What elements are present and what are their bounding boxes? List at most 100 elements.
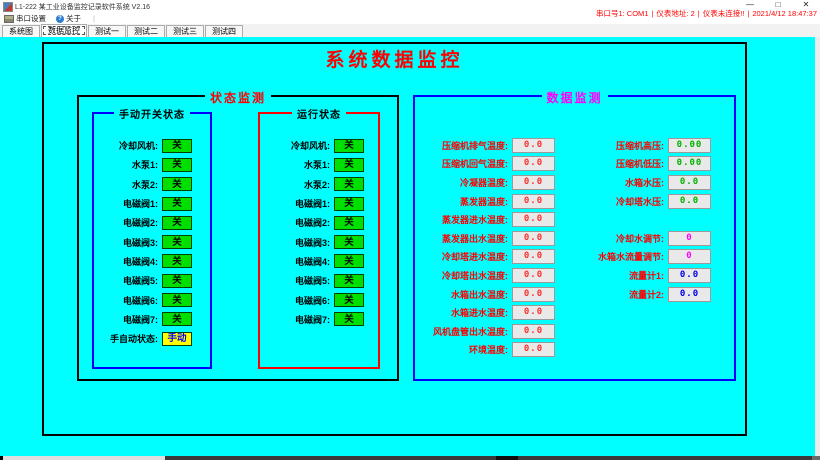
data-value-box: 0 — [668, 249, 711, 264]
data-label: 风机盘管出水温度: — [433, 325, 508, 338]
connection-state: 仪表未连接!! — [703, 9, 745, 18]
data-row: 压缩机排气温度: 0.0 — [415, 136, 555, 155]
switch-button[interactable]: 关 — [162, 235, 192, 249]
manual-panel-title: 手动开关状态 — [114, 106, 190, 121]
status-label: 电磁阀7: — [123, 313, 158, 326]
data-value-box: 0.0 — [512, 268, 555, 283]
switch-button[interactable]: 关 — [162, 177, 192, 191]
status-label: 电磁阀3: — [123, 236, 158, 249]
pressure-rows: 压缩机高压: 0.00 压缩机低压: 0.00 水箱水压: 0.0 — [564, 136, 711, 210]
tab[interactable]: 数据监控 — [41, 24, 87, 37]
data-row: 水箱进水温度: 0.0 — [415, 303, 555, 322]
data-row: 蒸发器出水温度: 0.0 — [415, 229, 555, 248]
data-value-box: 0.0 — [512, 287, 555, 302]
switch-button[interactable]: 关 — [162, 293, 192, 307]
data-label: 蒸发器进水温度: — [442, 213, 508, 226]
help-icon: ? — [56, 15, 64, 23]
data-row: 蒸发器进水温度: 0.0 — [415, 210, 555, 229]
switch-button[interactable]: 关 — [162, 216, 192, 230]
tab[interactable]: 测试四 — [205, 25, 243, 37]
manual-rows: 冷却风机: 关 水泵1: 关 水泵2: 关 电磁阀1: — [94, 114, 210, 348]
status-row: 电磁阀7: 关 — [94, 310, 210, 329]
status-row: 水泵1: 关 — [260, 155, 378, 174]
switch-button[interactable]: 关 — [162, 197, 192, 211]
status-row: 手自动状态: 手动 — [94, 329, 210, 348]
status-row: 电磁阀5: 关 — [260, 271, 378, 290]
status-row: 电磁阀1: 关 — [94, 194, 210, 213]
data-value-box: 0.0 — [512, 175, 555, 190]
data-row: 压缩机高压: 0.00 — [564, 136, 711, 155]
data-row: 冷却塔进水温度: 0.0 — [415, 248, 555, 267]
data-row: 环境温度: 0.0 — [415, 341, 555, 360]
status-row: 冷却风机: 关 — [94, 136, 210, 155]
switch-button[interactable]: 关 — [162, 158, 192, 172]
monitor-screen: 系统数据监控 状态监测 手动开关状态 冷却风机: 关 水泵1: 关 — [0, 37, 820, 456]
data-label: 冷却塔水压: — [616, 195, 664, 208]
run-indicator: 关 — [334, 216, 364, 230]
data-group-title: 数据监测 — [541, 89, 607, 106]
status-group-title: 状态监测 — [205, 89, 271, 106]
data-label: 压缩机排气温度: — [442, 139, 508, 152]
menu-serial-settings[interactable]: 串口设置 — [4, 13, 46, 24]
status-row: 水泵2: 关 — [260, 175, 378, 194]
switch-button[interactable]: 关 — [162, 254, 192, 268]
switch-button[interactable]: 关 — [162, 312, 192, 326]
status-label: 手自动状态: — [110, 332, 158, 345]
data-group: 数据监测 压缩机排气温度: 0.0 压缩机回气温度: 0.0 冷凝器温度: — [413, 95, 736, 381]
status-row: 电磁阀6: 关 — [260, 290, 378, 309]
data-label: 蒸发器出水温度: — [442, 232, 508, 245]
status-label: 电磁阀2: — [123, 216, 158, 229]
run-indicator: 关 — [334, 254, 364, 268]
data-value-box: 0.00 — [668, 156, 711, 171]
run-indicator: 关 — [334, 158, 364, 172]
data-row: 冷凝器温度: 0.0 — [415, 173, 555, 192]
status-label: 电磁阀6: — [123, 294, 158, 307]
data-value-box: 0.0 — [668, 287, 711, 302]
column-spacer — [564, 210, 711, 229]
status-row: 电磁阀4: 关 — [94, 252, 210, 271]
data-value-box: 0.00 — [668, 138, 711, 153]
status-row: 电磁阀4: 关 — [260, 252, 378, 271]
tab[interactable]: 测试一 — [88, 25, 126, 37]
status-row: 电磁阀5: 关 — [94, 271, 210, 290]
data-value-box: 0.0 — [668, 268, 711, 283]
data-label: 水箱水流量调节: — [598, 250, 664, 263]
data-row: 水箱出水温度: 0.0 — [415, 285, 555, 304]
status-row: 水泵1: 关 — [94, 155, 210, 174]
data-row: 冷却水调节: 0 — [564, 229, 711, 248]
status-label: 电磁阀3: — [295, 236, 330, 249]
status-row: 电磁阀2: 关 — [94, 213, 210, 232]
data-row: 压缩机低压: 0.00 — [564, 155, 711, 174]
data-value-box: 0.0 — [512, 249, 555, 264]
switch-button[interactable]: 关 — [162, 274, 192, 288]
data-value-box: 0.0 — [512, 194, 555, 209]
data-label: 压缩机回气温度: — [442, 157, 508, 170]
data-label: 压缩机低压: — [616, 157, 664, 170]
status-label: 电磁阀6: — [295, 294, 330, 307]
data-row: 压缩机回气温度: 0.0 — [415, 155, 555, 174]
menu-about[interactable]: ? 关于 — [56, 13, 81, 24]
status-label: 电磁阀4: — [123, 255, 158, 268]
data-label: 冷却水调节: — [616, 232, 664, 245]
data-row: 水箱水压: 0.0 — [564, 173, 711, 192]
status-label: 水泵2: — [132, 178, 158, 191]
status-label: 电磁阀7: — [295, 313, 330, 326]
data-label: 流量计1: — [629, 269, 664, 282]
switch-button[interactable]: 关 — [162, 139, 192, 153]
status-row: 水泵2: 关 — [94, 175, 210, 194]
run-indicator: 关 — [334, 312, 364, 326]
data-label: 冷却塔出水温度: — [442, 269, 508, 282]
switch-button[interactable]: 手动 — [162, 332, 192, 346]
data-label: 蒸发器温度: — [460, 195, 508, 208]
com-port-status: 串口号1: COM1 — [596, 9, 649, 18]
data-value-box: 0.0 — [512, 138, 555, 153]
status-separator: | — [698, 9, 700, 18]
app-window: L1-222 某工业设备监控记录软件系统 V2.16 — □ ✕ 串口设置 ? … — [0, 0, 820, 460]
tab[interactable]: 测试二 — [127, 25, 165, 37]
status-label: 电磁阀5: — [123, 274, 158, 287]
connection-status: 串口号1: COM1|仪表地址: 2|仪表未连接!!|2021/4/12 18:… — [596, 8, 817, 19]
datetime: 2021/4/12 18:47:37 — [752, 9, 817, 18]
tab[interactable]: 系统图 — [2, 25, 40, 37]
tab[interactable]: 测试三 — [166, 25, 204, 37]
menubar: 串口设置 ? 关于 | — [0, 13, 95, 24]
